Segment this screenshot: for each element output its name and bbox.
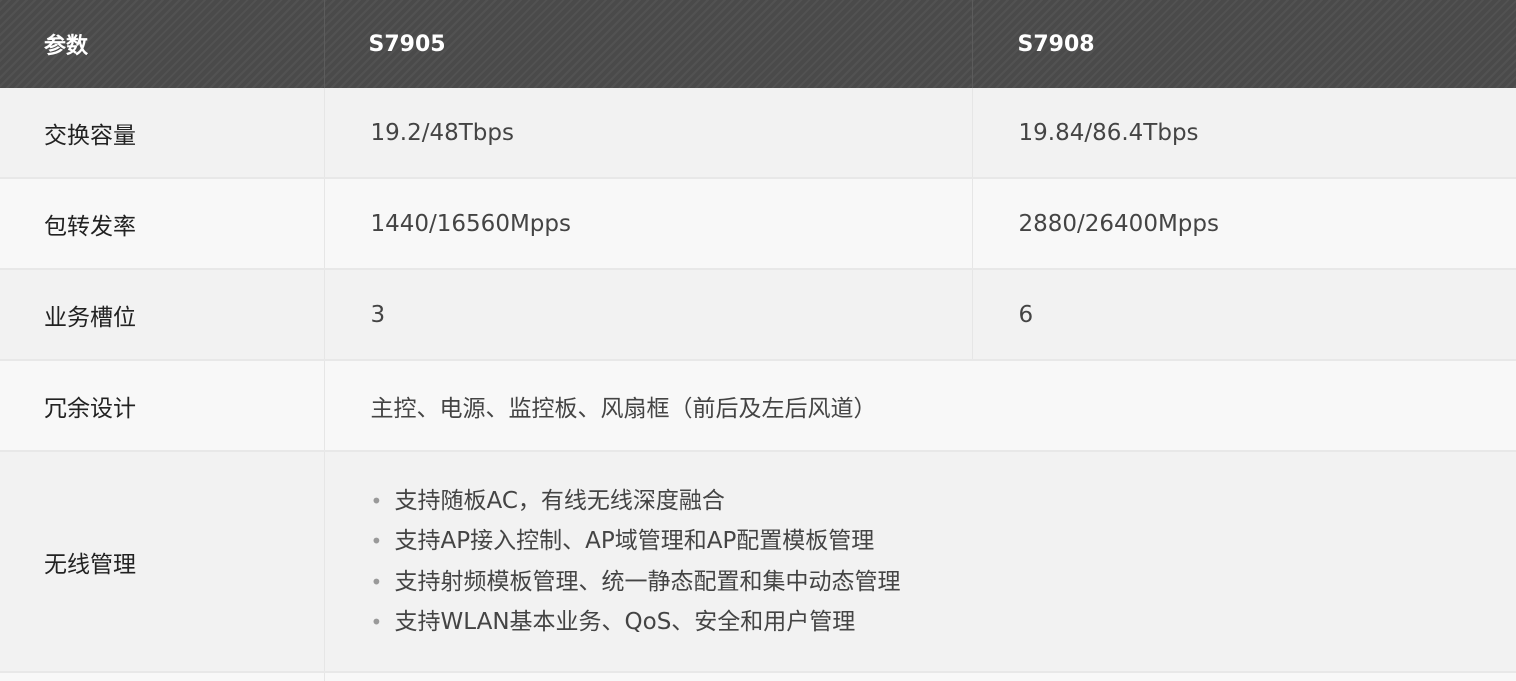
- param-label: 业务槽位: [0, 269, 324, 360]
- param-label: 交换容量: [0, 88, 324, 178]
- value-shared: 主控、电源、监控板、风扇框（前后及左后风道）: [324, 360, 1516, 451]
- bullet-icon: •: [371, 481, 381, 522]
- table-row-redundancy: 冗余设计 主控、电源、监控板、风扇框（前后及左后风道）: [0, 360, 1516, 451]
- feature-text: 支持随板AC，有线无线深度融合: [395, 488, 725, 514]
- value-s7905: 1440/16560Mpps: [324, 178, 972, 269]
- list-item: • 支持随板AC，有线无线深度融合: [371, 481, 1516, 522]
- value-s7908: 2880/26400Mpps: [972, 178, 1516, 269]
- param-label: 包转发率: [0, 178, 324, 269]
- feature-text: 支持WLAN基本业务、QoS、安全和用户管理: [395, 609, 856, 635]
- table-row-switching-capacity: 交换容量 19.2/48Tbps 19.84/86.4Tbps: [0, 88, 1516, 178]
- header-param: 参数: [0, 0, 324, 88]
- feature-text: 支持射频模板管理、统一静态配置和集中动态管理: [395, 569, 901, 595]
- table-header-row: 参数 S7905 S7908: [0, 0, 1516, 88]
- feature-list: • 支持随板AC，有线无线深度融合 • 支持AP接入控制、AP域管理和AP配置模板管…: [371, 481, 1516, 643]
- value-s7908: 6: [972, 269, 1516, 360]
- header-model-s7908: S7908: [972, 0, 1516, 88]
- spec-table: 参数 S7905 S7908 交换容量 19.2/48Tbps 19.84/86…: [0, 0, 1516, 681]
- list-item: • 支持WLAN基本业务、QoS、安全和用户管理: [371, 602, 1516, 643]
- value-s7905: 19.2/48Tbps: [324, 88, 972, 178]
- param-label: 冗余设计: [0, 360, 324, 451]
- list-item: • 支持射频模板管理、统一静态配置和集中动态管理: [371, 562, 1516, 603]
- table-row-wireless-management: 无线管理 • 支持随板AC，有线无线深度融合 • 支持AP接入控制、AP域管理和AP…: [0, 451, 1516, 672]
- param-label: 无线管理: [0, 451, 324, 672]
- bullet-icon: •: [371, 521, 381, 562]
- list-item: • 支持AP接入控制、AP域管理和AP配置模板管理: [371, 521, 1516, 562]
- value-s7905: 3: [324, 269, 972, 360]
- header-model-s7905: S7905: [324, 0, 972, 88]
- feature-text: 支持AP接入控制、AP域管理和AP配置模板管理: [395, 528, 875, 554]
- value-s7908: 19.84/86.4Tbps: [972, 88, 1516, 178]
- bullet-icon: •: [371, 602, 381, 643]
- table-row-forwarding-rate: 包转发率 1440/16560Mpps 2880/26400Mpps: [0, 178, 1516, 269]
- bullet-icon: •: [371, 562, 381, 603]
- value-shared: • 支持随板AC，有线无线深度融合 • 支持AP接入控制、AP域管理和AP配置模板管…: [324, 451, 1516, 672]
- table-row-service-slots: 业务槽位 3 6: [0, 269, 1516, 360]
